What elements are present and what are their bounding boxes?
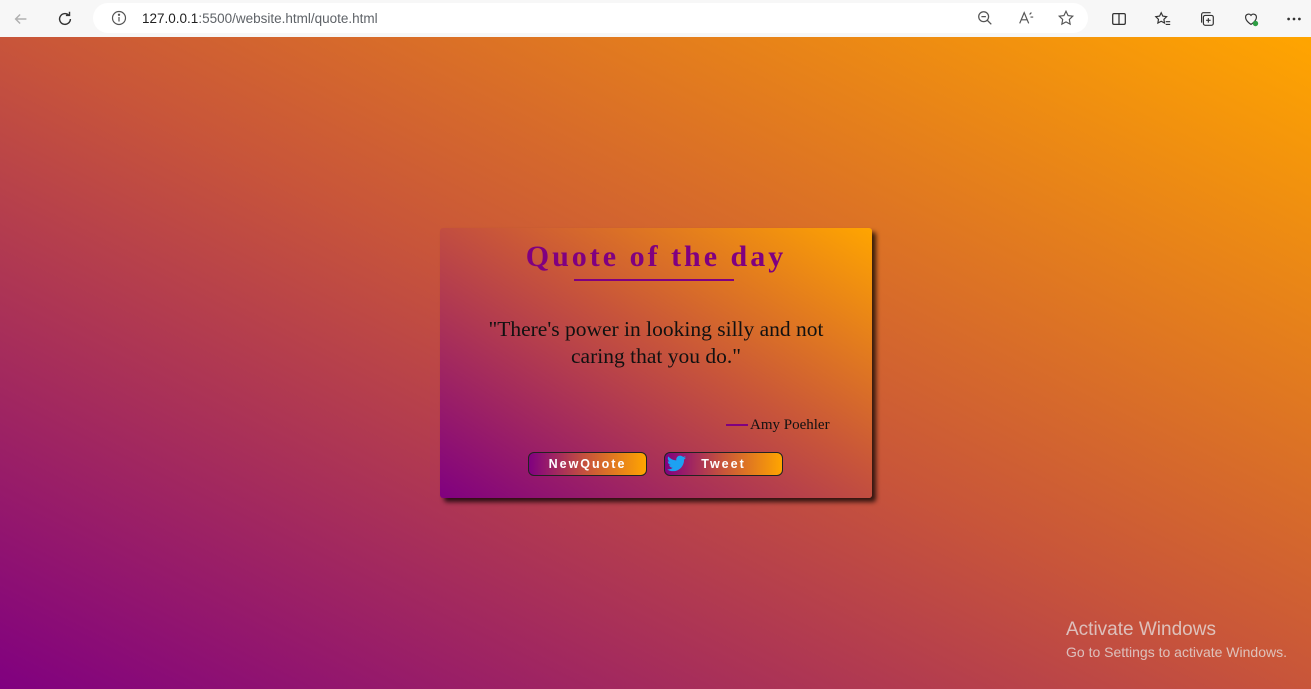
quote-text: "There's power in looking silly and not …: [488, 317, 824, 368]
author-dash: [726, 424, 748, 426]
favorites-list-icon[interactable]: [1150, 6, 1176, 32]
zoom-out-icon[interactable]: [976, 9, 994, 27]
author-name: Amy Poehler: [750, 416, 830, 433]
quote-card-title: Quote of the day: [525, 240, 787, 273]
tweet-button[interactable]: Tweet: [664, 452, 783, 476]
back-icon[interactable]: [8, 6, 34, 32]
browser-essentials-icon[interactable]: [1238, 6, 1264, 32]
info-icon[interactable]: [111, 10, 127, 26]
activate-title: Activate Windows: [1066, 619, 1216, 640]
url-host: 127.0.0.1: [142, 11, 199, 26]
page-viewport: Quote of the day "There's power in looki…: [0, 37, 1311, 689]
title-underline: [574, 279, 734, 281]
browser-toolbar: 127.0.0.1:5500/website.html/quote.html: [0, 0, 1311, 37]
author-row: Amy Poehler: [726, 415, 830, 435]
favorite-star-icon[interactable]: [1057, 9, 1075, 27]
url-path: :5500/website.html/quote.html: [198, 11, 378, 26]
url-text[interactable]: 127.0.0.1:5500/website.html/quote.html: [142, 11, 378, 26]
new-quote-label: NewQuote: [548, 457, 627, 471]
activate-subtitle: Go to Settings to activate Windows.: [1066, 644, 1287, 660]
windows-activation-watermark: Activate Windows Go to Settings to activ…: [1066, 619, 1287, 660]
quote-card: Quote of the day "There's power in looki…: [440, 228, 872, 498]
twitter-bird-icon: [667, 455, 686, 472]
collections-icon[interactable]: [1194, 6, 1220, 32]
more-options-icon[interactable]: [1281, 6, 1307, 32]
refresh-icon[interactable]: [52, 6, 78, 32]
tweet-label: Tweet: [701, 457, 746, 471]
split-screen-icon[interactable]: [1106, 6, 1132, 32]
address-bar[interactable]: 127.0.0.1:5500/website.html/quote.html: [93, 3, 1088, 33]
read-aloud-icon[interactable]: [1017, 9, 1035, 27]
new-quote-button[interactable]: NewQuote: [528, 452, 647, 476]
